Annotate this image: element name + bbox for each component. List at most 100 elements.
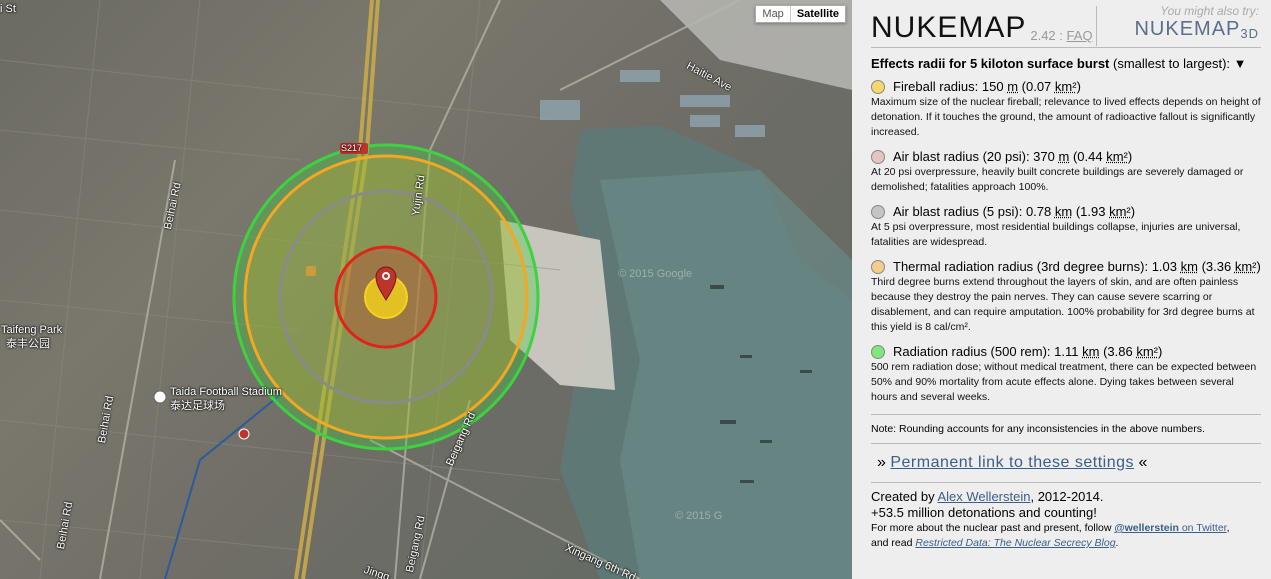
- map-button[interactable]: Map: [756, 6, 789, 22]
- also-try: You might also try: NUKEMAP3D: [1134, 4, 1259, 41]
- effect-swatch-icon[interactable]: [871, 260, 885, 274]
- effect-swatch-icon[interactable]: [871, 80, 885, 94]
- effect-description: At 5 psi overpressure, most residential …: [871, 221, 1241, 248]
- effect-description: Third degree burns extend throughout the…: [871, 276, 1255, 333]
- effect-swatch-icon[interactable]: [871, 345, 885, 359]
- effect-close: ): [1127, 149, 1133, 164]
- map-label-st: i St: [0, 3, 16, 15]
- map-label-s217: S217: [341, 143, 363, 153]
- effect-unit[interactable]: km: [1082, 344, 1099, 359]
- effects-title-bold: Effects radii for 5 kiloton surface burs…: [871, 56, 1110, 71]
- effect-value: 0.78: [1025, 204, 1052, 219]
- effect-heading-text: Radiation radius (500 rem): 1.11 km (3.8…: [893, 344, 1162, 360]
- effect-close: ): [1256, 259, 1261, 274]
- twitter-post: on Twitter: [1178, 522, 1227, 534]
- effect-area: (0.44: [1069, 149, 1107, 164]
- effect-item: Fireball radius: 150 m (0.07 km²) Maximum…: [871, 79, 1261, 140]
- effect-area: (3.36: [1197, 259, 1235, 274]
- faq-link[interactable]: FAQ: [1067, 28, 1093, 43]
- effect-unit[interactable]: m: [1059, 149, 1070, 164]
- effect-header: Thermal radiation radius (3rd degree bur…: [871, 259, 1261, 275]
- created-pre: Created by: [871, 489, 938, 504]
- read-pre: and read: [871, 537, 916, 549]
- nukemap3d-link[interactable]: NUKEMAP3D: [1134, 18, 1259, 41]
- version-info: 2.42 : FAQ: [1030, 28, 1092, 43]
- effect-header: Air blast radius (20 psi): 370 m (0.44 k…: [871, 149, 1261, 165]
- effect-heading-text: Air blast radius (20 psi): 370 m (0.44 k…: [893, 149, 1132, 165]
- effect-close: ): [1157, 344, 1163, 359]
- effect-label: Radiation radius (500 rem):: [893, 344, 1055, 359]
- nukemap-logo[interactable]: NUKEMAP: [871, 9, 1026, 47]
- effect-area-unit[interactable]: km²: [1235, 259, 1257, 274]
- effect-area: (1.93: [1072, 204, 1110, 219]
- map-watermark-2: © 2015 G: [675, 510, 723, 522]
- twitter-handle: @wellerstein: [1114, 522, 1179, 534]
- effect-item: Thermal radiation radius (3rd degree bur…: [871, 259, 1261, 335]
- effect-header: Air blast radius (5 psi): 0.78 km (1.93 …: [871, 204, 1261, 220]
- version-number: 2.42: [1030, 28, 1056, 43]
- effect-item: Radiation radius (500 rem): 1.11 km (3.8…: [871, 344, 1261, 405]
- nukemap3d-name: NUKEMAP: [1134, 18, 1241, 40]
- effect-description: Maximum size of the nuclear fireball; re…: [871, 96, 1261, 138]
- effect-close: ): [1076, 79, 1081, 94]
- created-by: Created by Alex Wellerstein, 2012-2014.: [871, 489, 1261, 505]
- permalink-suffix: «: [1134, 454, 1148, 471]
- effect-area-unit[interactable]: km²: [1136, 344, 1158, 359]
- effect-value: 1.03: [1151, 259, 1177, 274]
- effect-unit[interactable]: km: [1181, 259, 1198, 274]
- detonation-count: +53.5 million detonations and counting!: [871, 505, 1097, 520]
- effect-label: Fireball radius:: [893, 79, 982, 94]
- more-info: For more about the nuclear past and pres…: [871, 521, 1261, 536]
- effect-value: 1.11: [1054, 344, 1079, 359]
- effect-description: At 20 psi overpressure, heavily built co…: [871, 166, 1244, 193]
- twitter-link[interactable]: @wellerstein on Twitter: [1114, 522, 1226, 534]
- effect-swatch-icon[interactable]: [871, 150, 885, 164]
- effect-area-unit[interactable]: km²: [1109, 204, 1131, 219]
- effect-heading-text: Fireball radius: 150 m (0.07 km²): [893, 79, 1081, 95]
- effect-unit[interactable]: m: [1007, 79, 1018, 94]
- effect-value: 370: [1033, 149, 1055, 164]
- nukemap3d-sub: 3D: [1240, 26, 1259, 41]
- satellite-button[interactable]: Satellite: [789, 6, 845, 22]
- effect-area-unit[interactable]: km²: [1106, 149, 1128, 164]
- map-type-toggle: Map Satellite: [755, 5, 846, 23]
- effect-area-unit[interactable]: km²: [1055, 79, 1077, 94]
- map-label-taifeng-zh: 泰丰公园: [6, 338, 50, 350]
- effect-header: Radiation radius (500 rem): 1.11 km (3.8…: [871, 344, 1261, 360]
- credits: Created by Alex Wellerstein, 2012-2014. …: [871, 482, 1261, 551]
- rounding-note: Note: Rounding accounts for any inconsis…: [871, 414, 1261, 444]
- effects-list: Fireball radius: 150 m (0.07 km²) Maximum…: [871, 79, 1261, 405]
- effect-heading-text: Air blast radius (5 psi): 0.78 km (1.93 …: [893, 204, 1135, 220]
- effects-title[interactable]: Effects radii for 5 kiloton surface burs…: [871, 56, 1261, 71]
- more-mid: ,: [1226, 522, 1230, 534]
- created-post: , 2012-2014.: [1030, 489, 1104, 504]
- panel-header: NUKEMAP 2.42 : FAQ You might also try: N…: [871, 4, 1261, 48]
- satellite-map[interactable]: Map Satellite i St Haitie Ave S217 Yujin…: [0, 0, 852, 579]
- effect-heading-text: Thermal radiation radius (3rd degree bur…: [893, 259, 1261, 275]
- permalink-prefix: »: [877, 454, 891, 471]
- effect-description: 500 rem radiation dose; without medical …: [871, 361, 1257, 403]
- effect-area: (3.86: [1099, 344, 1137, 359]
- permalink-link[interactable]: Permanent link to these settings: [890, 454, 1134, 471]
- effect-area: (0.07: [1018, 79, 1055, 94]
- effect-value: 150: [981, 79, 1004, 94]
- blog-link[interactable]: Restricted Data: The Nuclear Secrecy Blo…: [915, 537, 1115, 549]
- map-label-taida-zh: 泰达足球场: [170, 400, 225, 412]
- effects-title-rest: (smallest to largest): ▼: [1109, 56, 1247, 71]
- also-try-label: You might also try:: [1160, 4, 1259, 18]
- read-post: .: [1115, 537, 1119, 549]
- permalink-row: » Permanent link to these settings «: [877, 454, 1261, 472]
- version-separator: :: [1059, 28, 1063, 43]
- map-watermark-1: © 2015 Google: [618, 268, 693, 280]
- effect-header: Fireball radius: 150 m (0.07 km²): [871, 79, 1261, 95]
- effect-swatch-icon[interactable]: [871, 205, 885, 219]
- read-blog: and read Restricted Data: The Nuclear Se…: [871, 536, 1261, 551]
- effect-label: Thermal radiation radius (3rd degree bur…: [893, 259, 1152, 274]
- more-pre: For more about the nuclear past and pres…: [871, 522, 1115, 534]
- effect-close: ): [1130, 204, 1136, 219]
- effect-item: Air blast radius (20 psi): 370 m (0.44 k…: [871, 149, 1261, 195]
- effect-label: Air blast radius (20 psi):: [893, 149, 1034, 164]
- author-link[interactable]: Alex Wellerstein: [938, 489, 1031, 504]
- effect-unit[interactable]: km: [1055, 204, 1072, 219]
- effect-label: Air blast radius (5 psi):: [893, 204, 1026, 219]
